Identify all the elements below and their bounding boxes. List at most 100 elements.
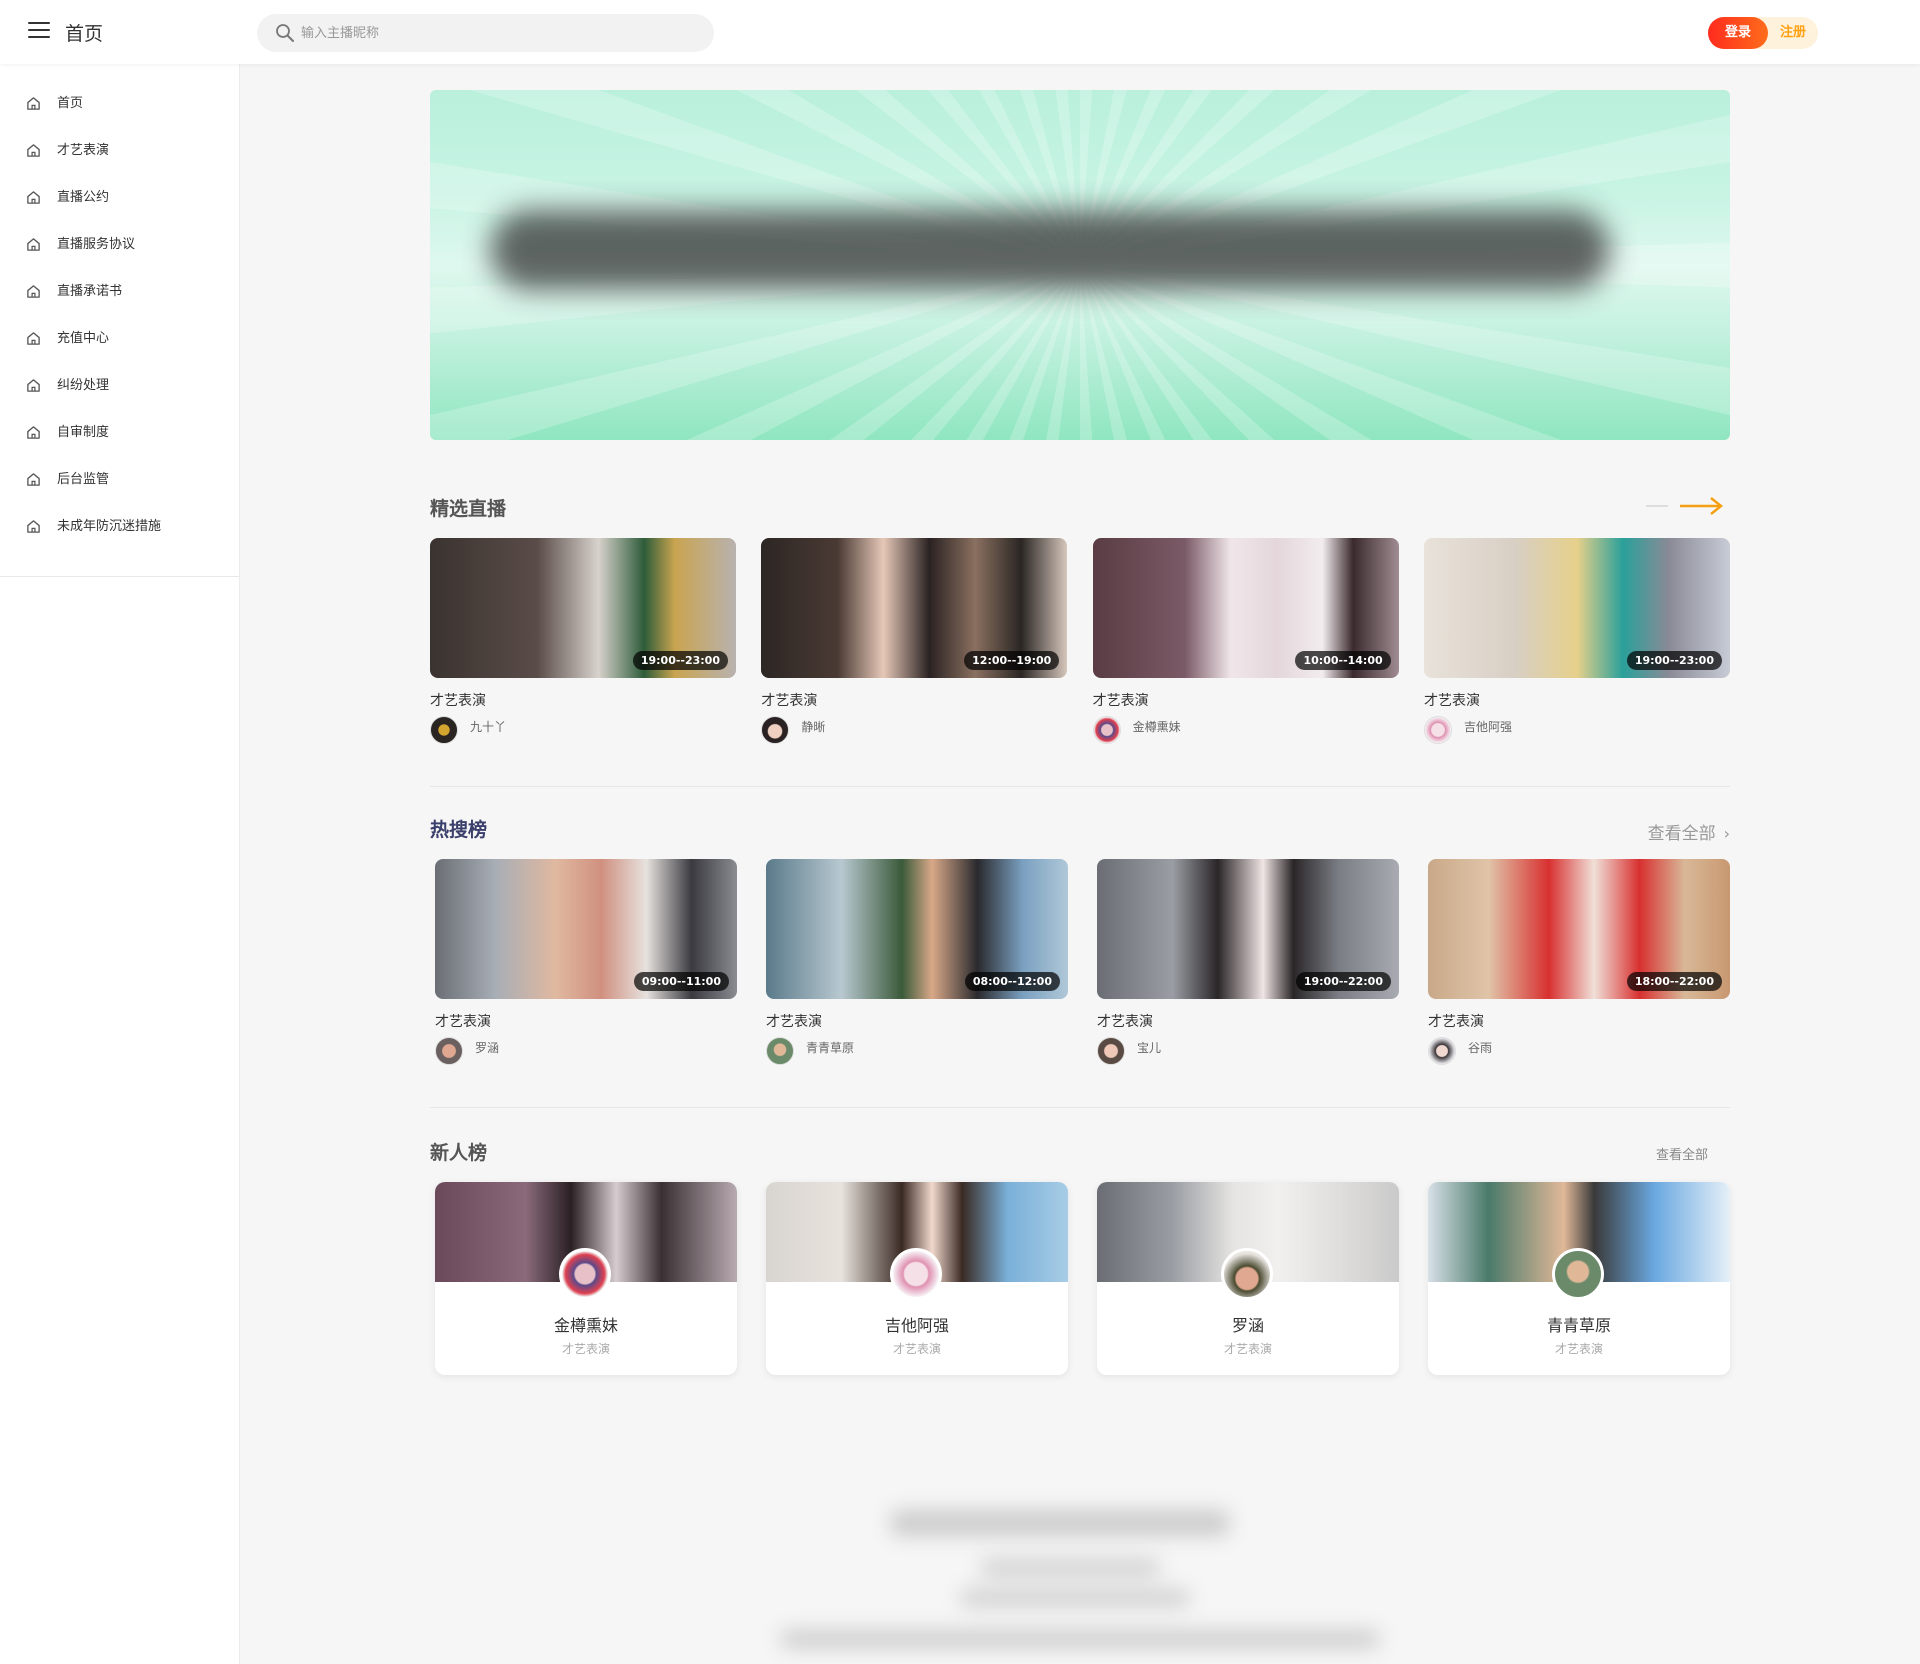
sidebar-item-label: 纠纷处理 [57,378,110,393]
anchor-info: 青青草原 [766,1037,1068,1065]
card-category: 才艺表演 [1097,1014,1153,1030]
card-category: 才艺表演 [435,1014,491,1030]
avatar [1428,1037,1456,1065]
home-icon [27,379,40,392]
section-divider [430,786,1730,787]
avatar [430,716,458,744]
home-icon [27,426,40,439]
live-card[interactable]: 08:00--12:00 才艺表演 青青草原 [766,859,1068,1065]
anchor-info: 九十丫 [430,716,736,744]
sidebar-item-label: 直播服务协议 [57,237,136,252]
time-badge: 09:00--11:00 [633,972,729,991]
search-bar [257,14,714,52]
login-button[interactable]: 登录 [1708,17,1768,49]
hot-section: 热搜榜 查看全部 › 09:00--11:00 才艺表演 罗涵 08:00--12… [430,815,1730,1108]
anchor-name: 九十丫 [470,720,507,734]
main-content: 精选直播 19:00--23:00 才艺表演 九十丫 12:00--19:00 [430,90,1730,1375]
prev-arrow-icon[interactable] [1646,505,1668,507]
avatar [890,1248,942,1300]
sidebar-item-self-review[interactable]: 自审制度 [0,409,239,456]
sidebar-item-commitment[interactable]: 直播承诺书 [0,268,239,315]
sidebar-item-backend-supervision[interactable]: 后台监管 [0,456,239,503]
sidebar-item-label: 直播承诺书 [57,284,123,299]
section-divider [430,1107,1730,1108]
home-icon [27,285,40,298]
sidebar-item-convention[interactable]: 直播公约 [0,174,239,221]
live-card[interactable]: 10:00--14:00 才艺表演 金樽熏妹 [1092,538,1399,744]
time-badge: 12:00--19:00 [964,651,1060,670]
card-category: 才艺表演 [1092,693,1149,709]
live-card[interactable]: 19:00--22:00 才艺表演 宝儿 [1097,859,1399,1065]
section-title: 精选直播 [430,498,507,520]
anchor-name: 罗涵 [475,1041,500,1055]
newcomer-card[interactable]: 吉他阿强 才艺表演 [766,1182,1068,1375]
anchor-name: 宝儿 [1137,1041,1162,1055]
avatar [1221,1248,1273,1300]
card-category: 才艺表演 [766,1014,822,1030]
featured-card-row: 19:00--23:00 才艺表演 九十丫 12:00--19:00 才艺表演 … [430,538,1730,744]
featured-section: 精选直播 19:00--23:00 才艺表演 九十丫 12:00--19:00 [430,494,1730,787]
newcomer-card[interactable]: 青青草原 才艺表演 [1428,1182,1730,1375]
view-all-link[interactable]: 查看全部 › [1648,819,1730,844]
sidebar-item-talent[interactable]: 才艺表演 [0,127,239,174]
blurred-footer [780,1510,1380,1660]
newcomer-card[interactable]: 罗涵 才艺表演 [1097,1182,1399,1375]
avatar [766,1037,794,1065]
card-category: 才艺表演 [561,1342,610,1356]
sidebar-item-label: 首页 [57,96,84,111]
anchor-name: 青青草原 [1546,1316,1611,1335]
anchor-name: 谷雨 [1468,1041,1493,1055]
time-badge: 19:00--22:00 [1295,972,1391,991]
sidebar-item-label: 才艺表演 [57,143,110,158]
sidebar-item-service-agreement[interactable]: 直播服务协议 [0,221,239,268]
card-category: 才艺表演 [1423,693,1480,709]
search-input[interactable] [301,14,701,52]
home-icon [27,473,40,486]
time-badge: 10:00--14:00 [1295,651,1391,670]
anchor-name: 吉他阿强 [884,1316,949,1335]
home-icon [27,191,40,204]
avatar [1552,1248,1604,1300]
sidebar-item-recharge[interactable]: 充值中心 [0,315,239,362]
stream-thumbnail: 08:00--12:00 [766,859,1068,999]
time-badge: 08:00--12:00 [964,972,1060,991]
sidebar-item-disputes[interactable]: 纠纷处理 [0,362,239,409]
anchor-info: 金樽熏妹 [1092,716,1399,744]
carousel-arrows [1646,494,1726,518]
hot-card-row: 09:00--11:00 才艺表演 罗涵 08:00--12:00 才艺表演 青… [430,859,1730,1065]
menu-icon[interactable] [28,22,50,40]
featured-header: 精选直播 [430,494,1730,522]
sidebar-item-home[interactable]: 首页 [0,80,239,127]
sidebar: 首页 才艺表演 直播公约 直播服务协议 直播承诺书 充值中心 纠纷处理 自审制度… [0,64,240,1664]
time-badge: 18:00--22:00 [1626,972,1722,991]
view-all-link[interactable]: 查看全部 [1656,1144,1708,1163]
hero-banner[interactable] [430,90,1730,440]
card-category: 才艺表演 [1554,1342,1603,1356]
newcomer-card[interactable]: 金樽熏妹 才艺表演 [435,1182,737,1375]
section-title: 新人榜 [430,1142,488,1164]
live-card[interactable]: 19:00--23:00 才艺表演 吉他阿强 [1423,538,1730,744]
live-card[interactable]: 09:00--11:00 才艺表演 罗涵 [435,859,737,1065]
anchor-info: 罗涵 [435,1037,737,1065]
sidebar-item-minor-protection[interactable]: 未成年防沉迷措施 [0,503,239,550]
stream-thumbnail: 19:00--22:00 [1097,859,1399,999]
register-button[interactable]: 注册 [1768,17,1818,49]
search-icon[interactable] [275,23,295,43]
stream-thumbnail: 09:00--11:00 [435,859,737,999]
stream-thumbnail: 18:00--22:00 [1428,859,1730,999]
avatar [559,1248,611,1300]
sidebar-item-label: 后台监管 [57,472,110,487]
anchor-name: 金樽熏妹 [1132,720,1181,734]
live-card[interactable]: 19:00--23:00 才艺表演 九十丫 [430,538,736,744]
next-arrow-icon[interactable] [1678,494,1724,518]
avatar [1092,716,1121,744]
sidebar-item-label: 充值中心 [57,331,110,346]
page-title: 首页 [65,23,104,45]
live-card[interactable]: 18:00--22:00 才艺表演 谷雨 [1428,859,1730,1065]
card-category: 才艺表演 [1428,1014,1484,1030]
anchor-name: 吉他阿强 [1463,720,1512,734]
home-icon [27,332,40,345]
live-card[interactable]: 12:00--19:00 才艺表演 静晰 [761,538,1068,744]
view-all-label: 查看全部 [1647,824,1716,844]
hot-header: 热搜榜 查看全部 › [430,815,1730,844]
